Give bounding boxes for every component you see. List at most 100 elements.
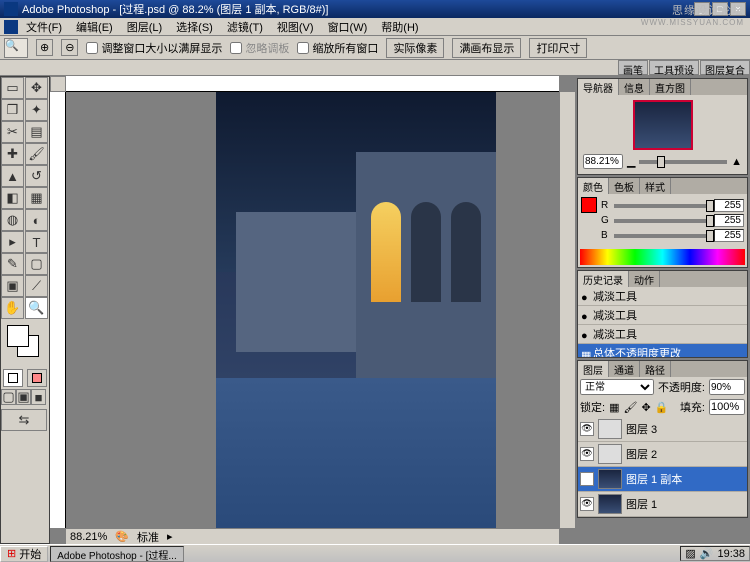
zoom-in-icon[interactable]: ⊕ xyxy=(36,39,53,56)
gradient-tool[interactable]: ▦ xyxy=(25,187,48,209)
screen-standard[interactable]: ▢ xyxy=(1,389,16,405)
marquee-tool[interactable]: ▭ xyxy=(1,77,24,99)
type-tool[interactable]: T xyxy=(25,231,48,253)
layer-item[interactable]: 👁图层 3 xyxy=(578,417,747,442)
tab-tool-presets[interactable]: 工具预设 xyxy=(649,60,699,75)
dodge-tool[interactable]: ◐ xyxy=(25,209,48,231)
menu-window[interactable]: 窗口(W) xyxy=(322,18,374,36)
task-button[interactable]: Adobe Photoshop - [过程... xyxy=(50,546,184,562)
tab-paths[interactable]: 路径 xyxy=(640,361,671,377)
status-label[interactable]: 标准 xyxy=(137,529,159,545)
fit-screen-button[interactable]: 满画布显示 xyxy=(452,38,521,58)
zoom-out-icon[interactable]: ⊖ xyxy=(61,39,78,56)
start-button[interactable]: ⊞开始 xyxy=(0,546,48,562)
b-slider[interactable] xyxy=(614,234,711,238)
history-item-active[interactable]: ▦总体不透明度更改 xyxy=(578,344,747,357)
visibility-icon[interactable]: 👁 xyxy=(580,497,594,511)
shape-tool[interactable]: ▢ xyxy=(25,253,48,275)
nav-zoom-slider[interactable] xyxy=(639,160,727,164)
print-size-button[interactable]: 打印尺寸 xyxy=(529,38,587,58)
color-sample[interactable] xyxy=(581,197,597,213)
color-spectrum[interactable] xyxy=(580,249,745,265)
tab-navigator[interactable]: 导航器 xyxy=(578,79,619,95)
foreground-color[interactable] xyxy=(7,325,29,347)
menu-filter[interactable]: 滤镜(T) xyxy=(221,18,269,36)
visibility-icon[interactable]: 👁 xyxy=(580,447,594,461)
screen-full-menu[interactable]: ▣ xyxy=(16,389,31,405)
tab-info[interactable]: 信息 xyxy=(619,79,650,95)
tab-brushes[interactable]: 画笔 xyxy=(618,60,648,75)
crop-tool[interactable]: ✂ xyxy=(1,121,24,143)
tab-histogram[interactable]: 直方图 xyxy=(650,79,691,95)
standard-mode[interactable] xyxy=(3,369,23,387)
status-arrow[interactable]: ▸ xyxy=(167,530,173,543)
stamp-tool[interactable]: ▲ xyxy=(1,165,24,187)
tray-icon[interactable]: 🔊 xyxy=(700,547,714,560)
color-swatches[interactable] xyxy=(5,323,45,363)
tray-icon[interactable]: ▨ xyxy=(685,547,695,560)
menu-file[interactable]: 文件(F) xyxy=(20,18,68,36)
resize-fit-check[interactable]: 调整窗口大小以满屏显示 xyxy=(86,40,222,56)
slice-tool[interactable]: ▤ xyxy=(25,121,48,143)
history-item[interactable]: ●减淡工具 xyxy=(578,287,747,306)
opacity-input[interactable] xyxy=(709,379,745,395)
eraser-tool[interactable]: ◧ xyxy=(1,187,24,209)
lock-move-icon[interactable]: ✥ xyxy=(641,401,650,414)
vertical-ruler[interactable] xyxy=(50,92,66,528)
blend-mode-select[interactable]: 正常 xyxy=(580,379,654,395)
zoom-in-small[interactable]: ▲ xyxy=(731,156,742,168)
zoom-out-small[interactable]: ▁ xyxy=(627,155,635,168)
nav-zoom-input[interactable] xyxy=(583,154,623,169)
brush-tool[interactable]: 🖌 xyxy=(25,143,48,165)
lock-trans-icon[interactable]: ▦ xyxy=(609,401,619,414)
b-value[interactable]: 255 xyxy=(714,229,744,242)
visibility-icon[interactable]: 👁 xyxy=(580,422,594,436)
r-value[interactable]: 255 xyxy=(714,199,744,212)
ruler-origin[interactable] xyxy=(50,76,66,92)
lasso-tool[interactable]: ❒ xyxy=(1,99,24,121)
tab-actions[interactable]: 动作 xyxy=(629,271,660,287)
menu-view[interactable]: 视图(V) xyxy=(271,18,320,36)
document-image[interactable] xyxy=(216,92,496,528)
vertical-scrollbar[interactable] xyxy=(559,92,575,528)
canvas[interactable] xyxy=(66,92,559,528)
zoom-tool-icon[interactable]: 🔍 xyxy=(4,38,28,58)
visibility-icon[interactable]: 👁 xyxy=(580,472,594,486)
blur-tool[interactable]: ◍ xyxy=(1,209,24,231)
g-value[interactable]: 255 xyxy=(714,214,744,227)
menu-select[interactable]: 选择(S) xyxy=(170,18,219,36)
navigator-thumbnail[interactable] xyxy=(633,100,693,150)
zoom-tool[interactable]: 🔍 xyxy=(25,297,48,319)
ignore-palettes-check[interactable]: 忽略调板 xyxy=(230,40,289,56)
hand-tool[interactable]: ✋ xyxy=(1,297,24,319)
menu-help[interactable]: 帮助(H) xyxy=(375,18,424,36)
horizontal-ruler[interactable] xyxy=(66,76,559,92)
menu-edit[interactable]: 编辑(E) xyxy=(70,18,119,36)
tab-history[interactable]: 历史记录 xyxy=(578,271,629,287)
tab-styles[interactable]: 样式 xyxy=(640,178,671,194)
r-slider[interactable] xyxy=(614,204,711,208)
jump-imageready[interactable]: ⇆ xyxy=(1,409,47,431)
fill-input[interactable] xyxy=(709,399,745,415)
layer-item[interactable]: 👁图层 1 xyxy=(578,492,747,517)
zoom-value[interactable]: 88.21% xyxy=(70,531,107,543)
layer-item[interactable]: 👁图层 2 xyxy=(578,442,747,467)
app-menu-icon[interactable] xyxy=(4,20,18,34)
g-slider[interactable] xyxy=(614,219,711,223)
clock[interactable]: 19:38 xyxy=(717,548,745,560)
zoom-all-check[interactable]: 缩放所有窗口 xyxy=(297,40,378,56)
system-tray[interactable]: ▨ 🔊 19:38 xyxy=(680,546,750,561)
history-item[interactable]: ●减淡工具 xyxy=(578,306,747,325)
path-tool[interactable]: ▸ xyxy=(1,231,24,253)
lock-paint-icon[interactable]: 🖌 xyxy=(623,401,637,414)
tab-layer-comps[interactable]: 图层复合 xyxy=(700,60,750,75)
pen-tool[interactable]: ✎ xyxy=(1,253,24,275)
eyedropper-tool[interactable]: ⟋ xyxy=(25,275,48,297)
screen-full[interactable]: ■ xyxy=(31,389,46,405)
move-tool[interactable]: ✥ xyxy=(25,77,48,99)
quickmask-mode[interactable] xyxy=(27,369,47,387)
history-brush-tool[interactable]: ↺ xyxy=(25,165,48,187)
tab-color[interactable]: 颜色 xyxy=(578,178,609,194)
history-item[interactable]: ●减淡工具 xyxy=(578,325,747,344)
tab-layers[interactable]: 图层 xyxy=(578,361,609,377)
